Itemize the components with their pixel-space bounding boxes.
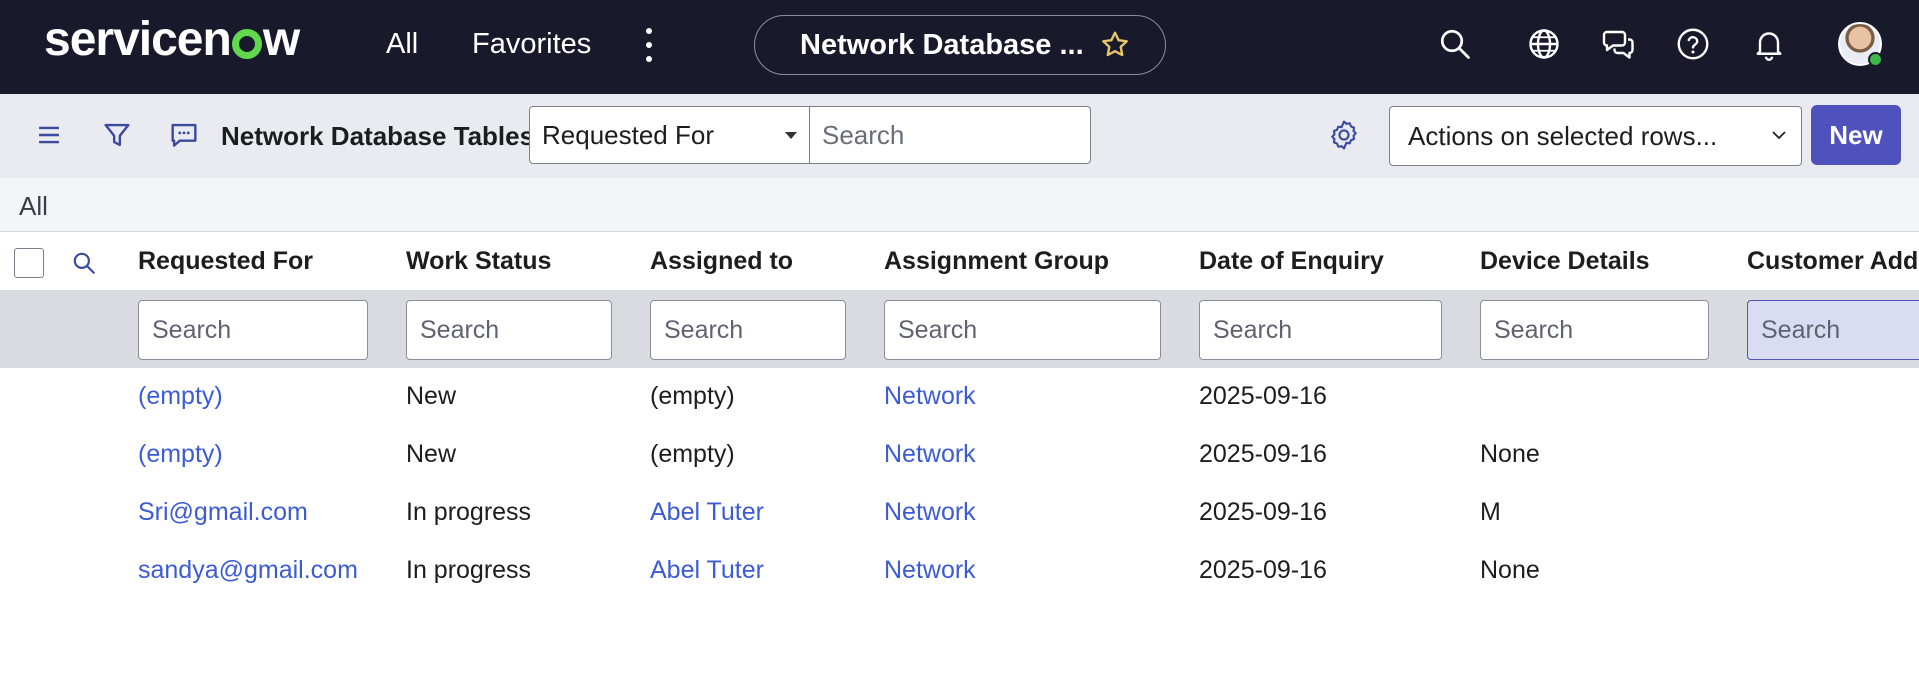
cell-requested-for[interactable]: (empty) [138, 379, 223, 413]
cell-assignment-group[interactable]: Network [884, 437, 976, 471]
top-nav: servicen w All Favorites Network Database… [0, 0, 1919, 94]
page-title-pill[interactable]: Network Database ... [754, 15, 1166, 75]
cell-requested-for[interactable]: sandya@gmail.com [138, 553, 358, 587]
globe-icon[interactable] [1526, 26, 1562, 62]
list-toolbar: Network Database Tables Requested For Ac… [0, 94, 1919, 178]
table-row: (empty) New (empty) Network 2025-09-16 [0, 368, 1919, 426]
actions-select-value: Actions on selected rows... [1408, 121, 1718, 151]
cell-assigned-to[interactable]: Abel Tuter [650, 553, 764, 587]
column-header-requested-for[interactable]: Requested For [138, 245, 313, 277]
filter-date-of-enquiry-input[interactable] [1199, 300, 1442, 360]
cell-assignment-group[interactable]: Network [884, 553, 976, 587]
menu-icon[interactable] [32, 118, 66, 152]
nav-favorites[interactable]: Favorites [472, 24, 591, 64]
list-title: Network Database Tables [221, 121, 535, 151]
column-header-work-status[interactable]: Work Status [406, 245, 551, 277]
table-row: (empty) New (empty) Network 2025-09-16 N… [0, 426, 1919, 484]
breadcrumb: All [0, 178, 1919, 232]
nav-all[interactable]: All [386, 24, 418, 64]
actions-select[interactable]: Actions on selected rows... [1389, 106, 1802, 166]
breadcrumb-all[interactable]: All [19, 189, 48, 223]
table-row: sandya@gmail.com In progress Abel Tuter … [0, 542, 1919, 600]
more-menu-icon[interactable] [641, 28, 657, 62]
cell-date-of-enquiry: 2025-09-16 [1199, 440, 1327, 468]
help-icon[interactable] [1675, 26, 1711, 62]
filter-work-status-input[interactable] [406, 300, 612, 360]
column-header-assignment-group[interactable]: Assignment Group [884, 245, 1109, 277]
presence-status-dot [1868, 52, 1883, 67]
column-filter-row [0, 290, 1919, 368]
cell-device-details: None [1480, 440, 1540, 468]
column-search-toggle-icon[interactable] [71, 250, 97, 276]
column-header-date-of-enquiry[interactable]: Date of Enquiry [1199, 245, 1384, 277]
bell-icon[interactable] [1751, 26, 1787, 62]
search-field-select[interactable]: Requested For [529, 106, 810, 164]
cell-work-status: In progress [406, 556, 532, 584]
filter-customer-address-input[interactable] [1747, 300, 1919, 360]
caret-down-icon [785, 132, 797, 139]
column-header-row: Requested For Work Status Assigned to As… [0, 232, 1919, 290]
search-icon[interactable] [1437, 26, 1473, 62]
list-search-input[interactable] [810, 106, 1091, 164]
cell-assignment-group[interactable]: Network [884, 495, 976, 529]
cell-assignment-group[interactable]: Network [884, 379, 976, 413]
gear-icon[interactable] [1327, 118, 1361, 152]
new-button[interactable]: New [1811, 105, 1901, 165]
star-icon[interactable] [1099, 29, 1131, 61]
cell-device-details: M [1480, 498, 1501, 526]
filter-icon[interactable] [100, 118, 134, 152]
cell-work-status: In progress [406, 498, 532, 526]
cell-requested-for[interactable]: Sri@gmail.com [138, 495, 308, 529]
servicenow-logo[interactable]: servicen w [44, 8, 300, 72]
chevron-down-icon [1772, 131, 1786, 140]
logo-o-mark [231, 29, 262, 59]
cell-assigned-to: (empty) [650, 382, 735, 410]
cell-assigned-to[interactable]: Abel Tuter [650, 495, 764, 529]
page-title: Network Database ... [800, 28, 1084, 61]
cell-date-of-enquiry: 2025-09-16 [1199, 556, 1327, 584]
comment-icon[interactable] [167, 118, 201, 152]
filter-requested-for-input[interactable] [138, 300, 368, 360]
cell-device-details: None [1480, 556, 1540, 584]
column-header-customer-address[interactable]: Customer Addr [1747, 245, 1919, 277]
cell-work-status: New [406, 440, 457, 468]
cell-assigned-to: (empty) [650, 440, 735, 468]
cell-requested-for[interactable]: (empty) [138, 437, 223, 471]
filter-assigned-to-input[interactable] [650, 300, 846, 360]
chat-icon[interactable] [1601, 26, 1637, 62]
logo-text-end: w [262, 13, 300, 66]
table-row: Sri@gmail.com In progress Abel Tuter Net… [0, 484, 1919, 542]
logo-text: servicen [44, 13, 232, 66]
cell-date-of-enquiry: 2025-09-16 [1199, 498, 1327, 526]
column-header-device-details[interactable]: Device Details [1480, 245, 1650, 277]
search-field-select-value: Requested For [542, 120, 714, 150]
filter-assignment-group-input[interactable] [884, 300, 1161, 360]
select-all-checkbox[interactable] [14, 248, 44, 278]
cell-work-status: New [406, 382, 457, 410]
filter-device-details-input[interactable] [1480, 300, 1709, 360]
column-header-assigned-to[interactable]: Assigned to [650, 245, 793, 277]
cell-date-of-enquiry: 2025-09-16 [1199, 382, 1327, 410]
